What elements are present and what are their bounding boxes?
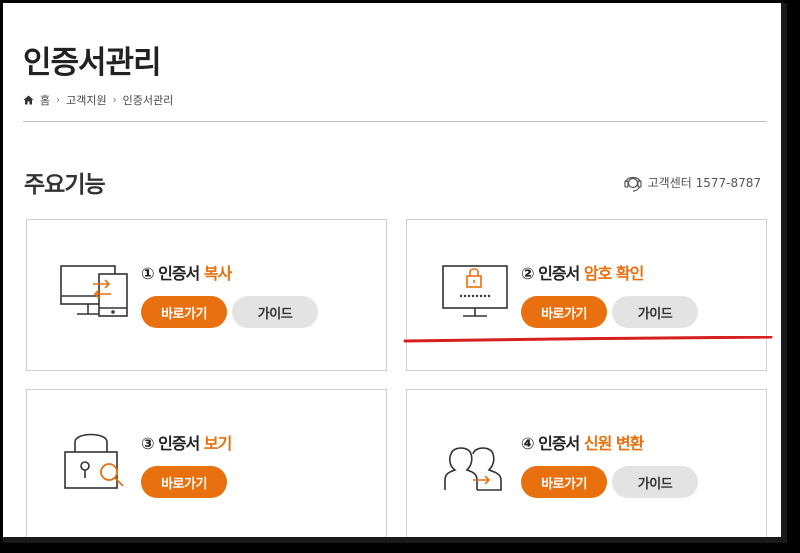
card-title: ① 인증서 복사 — [141, 264, 232, 283]
card-identity-change: ④ 인증서 신원 변환 바로가기 가이드 — [406, 389, 767, 537]
go-button[interactable]: 바로가기 — [141, 466, 227, 498]
card-title: ④ 인증서 신원 변환 — [521, 434, 644, 453]
chevron-right-icon: › — [112, 94, 117, 106]
lock-search-icon — [64, 433, 124, 489]
card-title: ② 인증서 암호 확인 — [521, 264, 644, 283]
card-buttons: 바로가기 가이드 — [141, 296, 318, 328]
go-button[interactable]: 바로가기 — [521, 466, 607, 498]
page-title: 인증서관리 — [23, 45, 162, 81]
annotation-underline — [403, 336, 773, 343]
card-copy-certificate: ① 인증서 복사 바로가기 가이드 — [26, 219, 387, 371]
card-view-certificate: ③ 인증서 보기 바로가기 — [26, 389, 387, 537]
monitor-lock-password-icon — [442, 265, 508, 317]
card-buttons: 바로가기 가이드 — [521, 296, 698, 328]
divider — [23, 121, 767, 122]
monitor-transfer-icon — [60, 265, 128, 317]
breadcrumb-home[interactable]: 홈 — [40, 92, 50, 108]
customer-center: 고객센터 1577-8787 — [622, 171, 761, 193]
breadcrumb: 홈 › 고객지원 › 인증서관리 — [23, 92, 173, 108]
users-transfer-icon — [444, 447, 502, 491]
card-password-check: ② 인증서 암호 확인 바로가기 가이드 — [406, 219, 767, 371]
guide-button[interactable]: 가이드 — [612, 296, 698, 328]
go-button[interactable]: 바로가기 — [141, 296, 227, 328]
guide-button[interactable]: 가이드 — [232, 296, 318, 328]
main-panel: 인증서관리 홈 › 고객지원 › 인증서관리 주요기능 고객센터 1577-87… — [3, 3, 787, 543]
go-button[interactable]: 바로가기 — [521, 296, 607, 328]
card-buttons: 바로가기 — [141, 466, 227, 498]
home-icon[interactable] — [23, 95, 34, 105]
section-title: 주요기능 — [24, 172, 106, 198]
customer-center-text: 고객센터 1577-8787 — [647, 175, 761, 190]
headset-icon — [624, 176, 642, 192]
guide-button[interactable]: 가이드 — [612, 466, 698, 498]
chevron-right-icon: › — [56, 94, 61, 106]
breadcrumb-current: 인증서관리 — [122, 94, 174, 107]
card-title: ③ 인증서 보기 — [141, 434, 232, 453]
card-buttons: 바로가기 가이드 — [521, 466, 698, 498]
breadcrumb-support[interactable]: 고객지원 — [66, 92, 106, 108]
